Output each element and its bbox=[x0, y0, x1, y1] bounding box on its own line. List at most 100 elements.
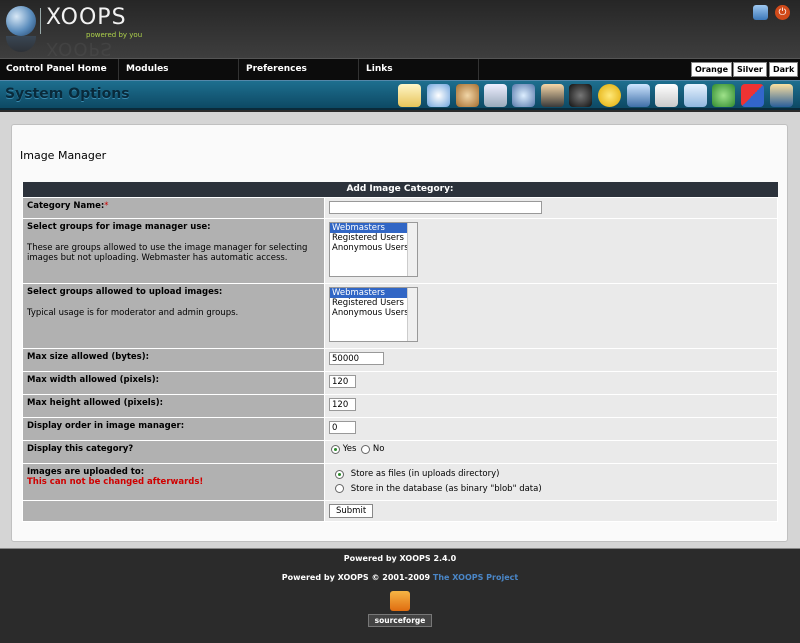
display-yes-radio[interactable] bbox=[331, 444, 340, 454]
category-name-input[interactable] bbox=[329, 201, 542, 214]
listbox-scrollbar[interactable] bbox=[407, 288, 417, 341]
groups-use-cell: Webmasters Registered Users Anonymous Us… bbox=[324, 218, 778, 284]
avatars-icon[interactable] bbox=[456, 84, 479, 107]
max-width-cell: 120 bbox=[324, 371, 778, 395]
logo-text[interactable]: XOOPS bbox=[46, 5, 127, 30]
templates-icon[interactable] bbox=[770, 84, 793, 107]
groups-upload-label: Select groups allowed to upload images: … bbox=[22, 283, 325, 349]
banners-icon[interactable] bbox=[427, 84, 450, 107]
display-no-radio[interactable] bbox=[361, 444, 371, 454]
display-category-label-text: Display this category? bbox=[27, 444, 134, 454]
store-db-radio[interactable] bbox=[335, 484, 344, 493]
nav-preferences[interactable]: Preferences bbox=[240, 59, 359, 81]
groups-upload-description: Typical usage is for moderator and admin… bbox=[27, 308, 239, 318]
upload-location-label-text: Images are uploaded to: bbox=[27, 467, 145, 477]
groups-use-option[interactable]: Registered Users bbox=[330, 233, 417, 243]
nav-links[interactable]: Links bbox=[360, 59, 479, 81]
home-icon[interactable] bbox=[753, 5, 768, 20]
category-name-label-text: Category Name: bbox=[27, 201, 105, 211]
content-panel: Image Manager Add Image Category: Catego… bbox=[11, 124, 788, 542]
groups-use-select[interactable]: Webmasters Registered Users Anonymous Us… bbox=[329, 222, 418, 277]
mail-users-icon[interactable] bbox=[684, 84, 707, 107]
footer-copyright-text: Powered by XOOPS © 2001-2009 bbox=[281, 573, 431, 582]
store-db-label[interactable]: Store in the database (as binary "blob" … bbox=[351, 484, 542, 494]
find-users-icon[interactable] bbox=[512, 84, 535, 107]
logo-divider bbox=[40, 8, 41, 34]
rss-icon[interactable] bbox=[390, 591, 410, 611]
display-no-label[interactable]: No bbox=[373, 444, 385, 454]
max-height-cell: 120 bbox=[324, 394, 778, 418]
edit-users-icon[interactable] bbox=[712, 84, 735, 107]
images-icon[interactable] bbox=[627, 84, 650, 107]
xoops-globe-logo-icon[interactable] bbox=[6, 6, 36, 36]
form-header: Add Image Category: bbox=[22, 182, 778, 198]
submit-button[interactable]: Submit bbox=[329, 504, 374, 518]
modules-icon[interactable] bbox=[655, 84, 678, 107]
max-width-input[interactable]: 120 bbox=[329, 375, 356, 388]
logo-reflection bbox=[6, 36, 36, 52]
display-order-input[interactable]: 0 bbox=[329, 421, 356, 434]
footer-copyright: Powered by XOOPS © 2001-2009 The XOOPS P… bbox=[0, 573, 800, 582]
display-order-cell: 0 bbox=[324, 417, 778, 441]
groups-icon[interactable] bbox=[541, 84, 564, 107]
groups-use-label: Select groups for image manager use: The… bbox=[22, 218, 325, 284]
groups-use-label-text: Select groups for image manager use: bbox=[27, 222, 211, 232]
max-height-label: Max height allowed (pixels): bbox=[22, 394, 325, 418]
theme-dark-button[interactable]: Dark bbox=[769, 62, 799, 77]
max-width-label-text: Max width allowed (pixels): bbox=[27, 375, 160, 385]
required-mark: * bbox=[104, 201, 109, 211]
nav-modules[interactable]: Modules bbox=[120, 59, 239, 81]
blocks-icon[interactable] bbox=[398, 84, 421, 107]
system-options-bar: System Options bbox=[0, 80, 800, 110]
max-height-label-text: Max height allowed (pixels): bbox=[27, 398, 163, 408]
groups-use-description: These are groups allowed to use the imag… bbox=[27, 243, 308, 263]
listbox-scrollbar[interactable] bbox=[407, 223, 417, 276]
store-files-radio[interactable] bbox=[335, 469, 344, 479]
page-title: Image Manager bbox=[20, 149, 107, 162]
comments-icon[interactable] bbox=[484, 84, 507, 107]
display-category-cell: Yes No bbox=[324, 440, 778, 464]
sourceforge-badge[interactable]: sourceforge bbox=[368, 614, 432, 627]
category-name-label: Category Name:* bbox=[22, 197, 325, 219]
footer: Powered by XOOPS 2.4.0 Powered by XOOPS … bbox=[0, 548, 800, 643]
upload-location-label: Images are uploaded to: This can not be … bbox=[22, 463, 325, 501]
logo-text-reflection: XOOPS bbox=[46, 38, 113, 59]
header: XOOPS powered by you XOOPS ⏻ bbox=[0, 0, 800, 59]
upload-location-cell: Store as files (in uploads directory) St… bbox=[324, 463, 778, 501]
theme-orange-button[interactable]: Orange bbox=[691, 62, 732, 77]
max-size-label: Max size allowed (bytes): bbox=[22, 348, 325, 372]
groups-upload-select[interactable]: Webmasters Registered Users Anonymous Us… bbox=[329, 287, 418, 342]
groups-use-option[interactable]: Anonymous Users bbox=[330, 243, 417, 253]
max-size-cell: 50000 bbox=[324, 348, 778, 372]
display-order-label-text: Display order in image manager: bbox=[27, 421, 185, 431]
main-nav: Control Panel Home Modules Preferences L… bbox=[0, 58, 800, 81]
add-image-category-form: Add Image Category: Category Name:* Sele… bbox=[22, 182, 778, 522]
smilies-icon[interactable] bbox=[598, 84, 621, 107]
preferences-icon[interactable] bbox=[741, 84, 764, 107]
max-size-input[interactable]: 50000 bbox=[329, 352, 384, 365]
theme-silver-button[interactable]: Silver bbox=[733, 62, 767, 77]
system-options-title: System Options bbox=[5, 86, 130, 102]
nav-control-panel-home[interactable]: Control Panel Home bbox=[0, 59, 119, 81]
groups-upload-option[interactable]: Anonymous Users bbox=[330, 308, 417, 318]
submit-cell: Submit bbox=[324, 500, 778, 522]
main-content: Image Manager Add Image Category: Catego… bbox=[0, 112, 800, 548]
display-category-label: Display this category? bbox=[22, 440, 325, 464]
groups-use-option[interactable]: Webmasters bbox=[330, 223, 417, 233]
ranks-icon[interactable] bbox=[569, 84, 592, 107]
max-size-label-text: Max size allowed (bytes): bbox=[27, 352, 150, 362]
category-name-cell bbox=[324, 197, 778, 219]
display-yes-label[interactable]: Yes bbox=[343, 444, 357, 454]
groups-upload-cell: Webmasters Registered Users Anonymous Us… bbox=[324, 283, 778, 349]
power-icon[interactable]: ⏻ bbox=[775, 5, 790, 20]
upload-warning: This can not be changed afterwards! bbox=[27, 477, 204, 487]
groups-upload-option[interactable]: Registered Users bbox=[330, 298, 417, 308]
display-order-label: Display order in image manager: bbox=[22, 417, 325, 441]
submit-row-label bbox=[22, 500, 325, 522]
xoops-project-link[interactable]: The XOOPS Project bbox=[433, 573, 518, 582]
groups-upload-option[interactable]: Webmasters bbox=[330, 288, 417, 298]
store-files-label[interactable]: Store as files (in uploads directory) bbox=[351, 469, 500, 479]
max-height-input[interactable]: 120 bbox=[329, 398, 356, 411]
max-width-label: Max width allowed (pixels): bbox=[22, 371, 325, 395]
footer-powered: Powered by XOOPS 2.4.0 bbox=[343, 554, 457, 563]
